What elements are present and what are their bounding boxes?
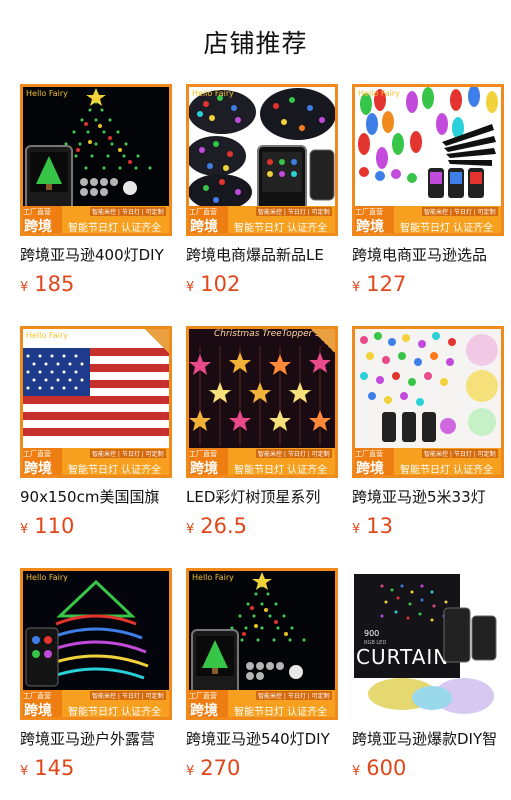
brand-tag: Hello Fairy [26,331,68,340]
currency-symbol: ¥ [20,764,29,779]
product-price: ¥ 270 [186,756,338,780]
product-image[interactable]: Hello Fairy 工厂直营 跨境 智能米控 | 节日灯 | 可定制 智能节… [20,568,172,720]
product-price: ¥ 102 [186,272,338,296]
product-title[interactable]: 跨境亚马逊爆款DIY智 [352,728,504,750]
brand-tag: Hello Fairy [26,573,68,582]
price-value: 13 [366,514,394,538]
product-grid: Hello Fairy 工厂直营 跨境 智能米控 | 节日灯 | 可定制 智能节… [20,84,506,780]
currency-symbol: ¥ [352,764,361,779]
product-title[interactable]: 跨境电商亚马逊选品 [352,244,504,266]
currency-symbol: ¥ [186,764,195,779]
product-image[interactable]: Hello Fairy 工厂直营 跨境 智能米控 | 节日灯 | 可定制 智能节… [20,326,172,478]
price-value: 26.5 [200,514,248,538]
product-image[interactable]: Christmas TreeTopper Star 工厂直营 跨境 智能米控 |… [186,326,338,478]
product-card[interactable]: Hello Fairy 工厂直营 跨境 智能米控 | 节日灯 | 可定制 智能节… [352,84,504,296]
product-title[interactable]: 跨境亚马逊540灯DIY [186,728,338,750]
box-count: 900 [364,629,379,638]
product-card[interactable]: Hello Fairy 工厂直营 跨境 智能米控 | 节日灯 | 可定制 智能节… [186,84,338,296]
promo-banner: 工厂直营 跨境 智能米控 | 节日灯 | 可定制 智能节日灯 认证齐全 [20,206,172,236]
product-card[interactable]: Hello Fairy 工厂直营 跨境 智能米控 | 节日灯 | 可定制 智能节… [20,84,172,296]
price-value: 110 [34,514,75,538]
product-card[interactable]: Hello Fairy 工厂直营 跨境 智能米控 | 节日灯 | 可定制 智能节… [20,568,172,780]
product-image[interactable]: Hello Fairy 工厂直营 跨境 智能米控 | 节日灯 | 可定制 智能节… [20,84,172,236]
product-price: ¥ 127 [352,272,504,296]
shop-recommendation-page: 店铺推荐 Hello Fairy 工厂直营 跨境 智能米控 | 节日灯 | 可定… [0,0,511,800]
product-card[interactable]: Hello Fairy 工厂直营 跨境 智能米控 | 节日灯 | 可定制 智能节… [186,568,338,780]
promo-banner: 工厂直营 跨境 智能米控 | 节日灯 | 可定制 智能节日灯 认证齐全 [186,448,338,478]
brand-tag: Hello Fairy [358,89,400,98]
product-title[interactable]: 90x150cm美国国旗 [20,486,172,508]
product-image[interactable]: Hello Fairy 工厂直营 跨境 智能米控 | 节日灯 | 可定制 智能节… [186,568,338,720]
product-price: ¥ 110 [20,514,172,538]
brand-tag: Hello Fairy [192,89,234,98]
curtain-lights-box-image: 900 RGB LED CURTAIN [352,568,504,720]
brand-tag: Hello Fairy [26,89,68,98]
product-image[interactable]: Hello Fairy 工厂直营 跨境 智能米控 | 节日灯 | 可定制 智能节… [352,84,504,236]
currency-symbol: ¥ [186,522,195,537]
price-value: 127 [366,272,407,296]
product-price: ¥ 600 [352,756,504,780]
price-value: 600 [366,756,407,780]
promo-banner: 工厂直营 跨境 智能米控 | 节日灯 | 可定制 智能节日灯 认证齐全 [186,206,338,236]
product-image[interactable]: Hello Fairy 工厂直营 跨境 智能米控 | 节日灯 | 可定制 智能节… [186,84,338,236]
product-card[interactable]: 900 RGB LED CURTAIN 跨境亚马逊爆款DIY智 ¥ 600 [352,568,504,780]
product-title[interactable]: 跨境亚马逊5米33灯 [352,486,504,508]
product-title[interactable]: 跨境亚马逊400灯DIY [20,244,172,266]
currency-symbol: ¥ [186,280,195,295]
promo-banner: 工厂直营 跨境 智能米控 | 节日灯 | 可定制 智能节日灯 认证齐全 [186,690,338,720]
currency-symbol: ¥ [20,280,29,295]
promo-banner: 工厂直营 跨境 智能米控 | 节日灯 | 可定制 智能节日灯 认证齐全 [20,690,172,720]
price-value: 145 [34,756,75,780]
currency-symbol: ¥ [20,522,29,537]
product-price: ¥ 145 [20,756,172,780]
section-title: 店铺推荐 [203,29,308,58]
product-card[interactable]: 工厂直营 跨境 智能米控 | 节日灯 | 可定制 智能节日灯 认证齐全 跨境亚马… [352,326,504,538]
currency-symbol: ¥ [352,522,361,537]
product-title[interactable]: 跨境亚马逊户外露营 [20,728,172,750]
currency-symbol: ¥ [352,280,361,295]
price-value: 270 [200,756,241,780]
product-card[interactable]: Christmas TreeTopper Star 工厂直营 跨境 智能米控 |… [186,326,338,538]
box-label: CURTAIN [356,645,449,669]
product-price: ¥ 13 [352,514,504,538]
price-value: 185 [34,272,75,296]
product-card[interactable]: Hello Fairy 工厂直营 跨境 智能米控 | 节日灯 | 可定制 智能节… [20,326,172,538]
promo-banner: 工厂直营 跨境 智能米控 | 节日灯 | 可定制 智能节日灯 认证齐全 [352,448,504,478]
product-image[interactable]: 900 RGB LED CURTAIN [352,568,504,720]
product-title[interactable]: LED彩灯树顶星系列 [186,486,338,508]
product-price: ¥ 26.5 [186,514,338,538]
brand-tag: Hello Fairy [192,573,234,582]
promo-banner: 工厂直营 跨境 智能米控 | 节日灯 | 可定制 智能节日灯 认证齐全 [352,206,504,236]
promo-banner: 工厂直营 跨境 智能米控 | 节日灯 | 可定制 智能节日灯 认证齐全 [20,448,172,478]
product-title[interactable]: 跨境电商爆品新品LE [186,244,338,266]
price-value: 102 [200,272,241,296]
product-price: ¥ 185 [20,272,172,296]
product-image[interactable]: 工厂直营 跨境 智能米控 | 节日灯 | 可定制 智能节日灯 认证齐全 [352,326,504,478]
